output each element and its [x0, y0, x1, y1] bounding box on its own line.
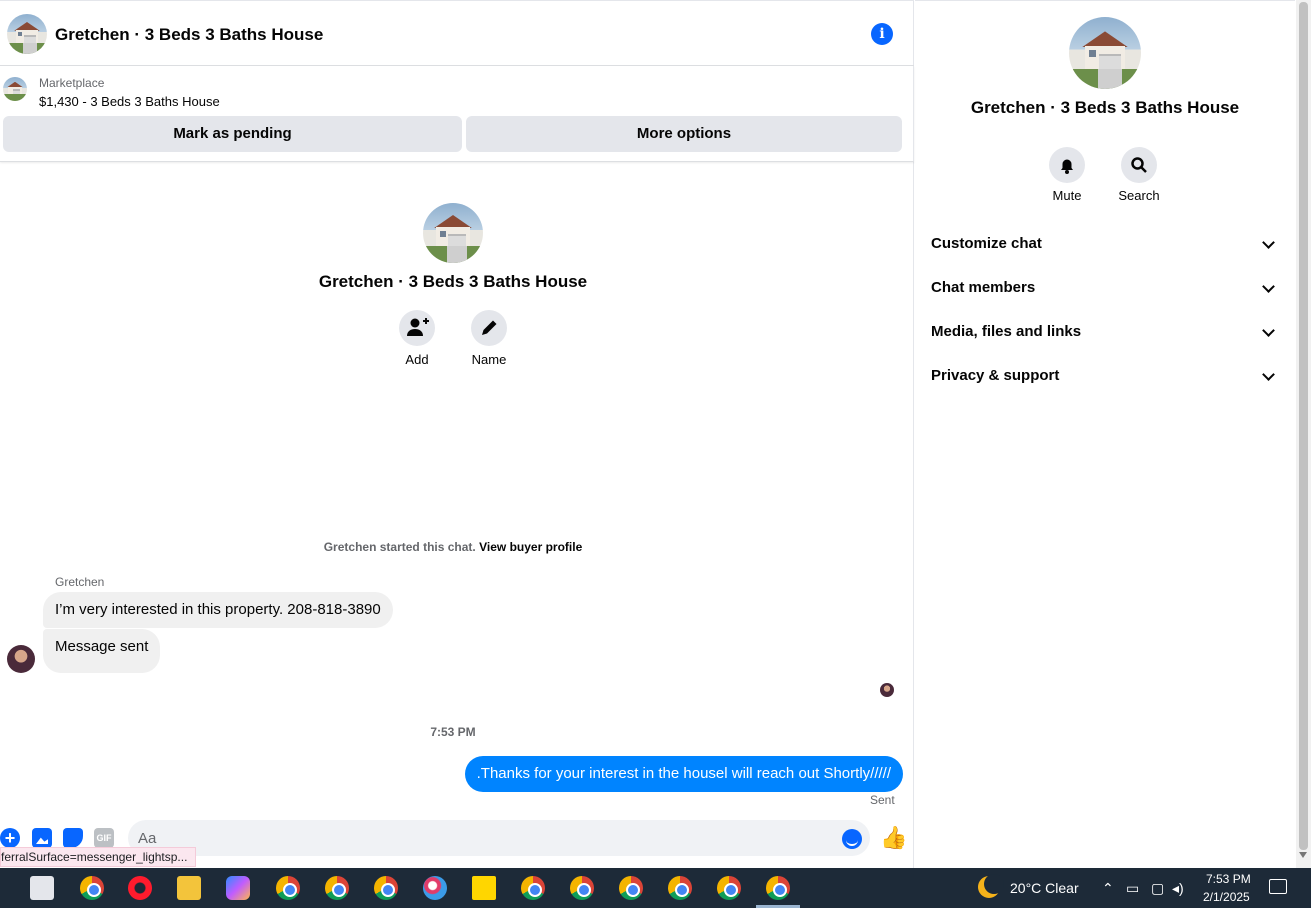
section-label: Customize chat: [931, 235, 1042, 252]
chrome-icon[interactable]: [570, 876, 594, 900]
chevron-down-icon: [1257, 320, 1281, 344]
message-input[interactable]: [128, 820, 870, 856]
seen-receipt-avatar: [880, 683, 894, 697]
conversation-header: Gretchen · 3 Beds 3 Baths House i: [0, 0, 914, 66]
chevron-down-icon: [1257, 276, 1281, 300]
chat-members-section[interactable]: Chat members: [931, 276, 1281, 300]
conversation-avatar[interactable]: [7, 14, 47, 54]
marketplace-label: Marketplace: [39, 76, 105, 90]
customize-chat-section[interactable]: Customize chat: [931, 232, 1281, 256]
volume-icon[interactable]: ◂): [1172, 880, 1184, 897]
mark-as-pending-button[interactable]: Mark as pending: [3, 116, 462, 152]
privacy-support-section[interactable]: Privacy & support: [931, 364, 1281, 388]
clock-date[interactable]: 2/1/2025: [1203, 890, 1250, 904]
windows-taskbar: [0, 868, 1311, 908]
plus-icon[interactable]: +: [0, 828, 20, 848]
mute-button[interactable]: Mute: [1037, 147, 1097, 203]
weather-text[interactable]: 20°C Clear: [1010, 880, 1079, 896]
name-label: Name: [471, 352, 507, 367]
sent-status: Sent: [870, 793, 895, 807]
intro-title: Gretchen · 3 Beds 3 Baths House: [318, 272, 588, 291]
chrome-icon[interactable]: [80, 876, 104, 900]
intro-avatar: [423, 203, 483, 263]
chrome-icon[interactable]: [325, 876, 349, 900]
add-label: Add: [405, 352, 429, 367]
chevron-up-icon[interactable]: ⌃: [1102, 880, 1114, 897]
marketplace-listing-bar: Marketplace $1,430 - 3 Beds 3 Baths Hous…: [0, 66, 914, 162]
scrollbar[interactable]: [1296, 0, 1311, 868]
chrome-icon[interactable]: [521, 876, 545, 900]
media-files-links-section[interactable]: Media, files and links: [931, 320, 1281, 344]
started-text: Gretchen started this chat.: [323, 540, 476, 554]
search-button[interactable]: Search: [1109, 147, 1169, 203]
sender-avatar[interactable]: [7, 645, 35, 673]
gif-icon[interactable]: GIF: [94, 828, 114, 848]
paint-icon[interactable]: [423, 876, 447, 900]
file-explorer-icon[interactable]: [177, 876, 201, 900]
search-label: Search: [1118, 188, 1160, 203]
meet-icon[interactable]: ▢: [1151, 880, 1164, 897]
scroll-down-arrow-icon[interactable]: [1299, 852, 1307, 858]
copilot-icon[interactable]: [226, 876, 250, 900]
pencil-icon: [471, 310, 507, 346]
info-icon[interactable]: i: [871, 23, 893, 45]
notification-icon[interactable]: [1269, 879, 1287, 894]
settings-icon[interactable]: [30, 876, 54, 900]
photo-icon[interactable]: [32, 828, 52, 848]
sticky-notes-icon[interactable]: [472, 876, 496, 900]
conversation-title[interactable]: Gretchen · 3 Beds 3 Baths House: [55, 25, 323, 45]
chrome-icon[interactable]: [717, 876, 741, 900]
network-icon[interactable]: ▭: [1126, 880, 1139, 897]
search-icon: [1121, 147, 1157, 183]
incoming-message[interactable]: I’m very interested in this property. 20…: [43, 592, 393, 628]
clock-time[interactable]: 7:53 PM: [1206, 872, 1251, 886]
mute-label: Mute: [1052, 188, 1082, 203]
details-panel: Gretchen · 3 Beds 3 Baths House Mute Sea…: [915, 0, 1295, 868]
edit-name-button[interactable]: Name: [459, 310, 519, 367]
sticker-icon[interactable]: [63, 828, 83, 848]
chrome-icon[interactable]: [766, 876, 790, 900]
opera-icon[interactable]: [128, 876, 152, 900]
chrome-icon[interactable]: [374, 876, 398, 900]
add-people-button[interactable]: Add: [387, 310, 447, 367]
screen: Gretchen · 3 Beds 3 Baths House i Market…: [0, 0, 1311, 908]
thumbs-up-icon[interactable]: 👍: [880, 826, 907, 850]
bell-icon: [1049, 147, 1085, 183]
chrome-icon[interactable]: [619, 876, 643, 900]
view-buyer-profile-link[interactable]: View buyer profile: [479, 540, 582, 554]
chat-started-notice: Gretchen started this chat. View buyer p…: [0, 540, 906, 554]
add-person-icon: [399, 310, 435, 346]
section-label: Privacy & support: [931, 367, 1060, 384]
details-avatar[interactable]: [1069, 17, 1141, 89]
listing-title[interactable]: $1,430 - 3 Beds 3 Baths House: [39, 94, 220, 109]
section-label: Chat members: [931, 279, 1036, 296]
chrome-icon[interactable]: [668, 876, 692, 900]
emoji-icon[interactable]: [842, 829, 862, 849]
incoming-message[interactable]: Message sent: [43, 629, 161, 673]
outgoing-message[interactable]: .Thanks for your interest in the housel …: [464, 756, 903, 792]
timestamp-divider: 7:53 PM: [430, 725, 476, 739]
conversation-pane: Gretchen · 3 Beds 3 Baths House i Market…: [0, 0, 914, 868]
moon-icon[interactable]: [978, 874, 1004, 898]
section-label: Media, files and links: [931, 323, 1082, 340]
chevron-down-icon: [1257, 364, 1281, 388]
chrome-icon[interactable]: [276, 876, 300, 900]
details-title: Gretchen · 3 Beds 3 Baths House: [970, 98, 1240, 117]
link-preview-url: ferralSurface=messenger_lightsp...: [0, 847, 197, 867]
more-options-button[interactable]: More options: [466, 116, 902, 152]
sender-name: Gretchen: [55, 575, 105, 589]
chevron-down-icon: [1257, 232, 1281, 256]
listing-thumbnail[interactable]: [3, 77, 27, 101]
scrollbar-thumb[interactable]: [1299, 2, 1308, 850]
